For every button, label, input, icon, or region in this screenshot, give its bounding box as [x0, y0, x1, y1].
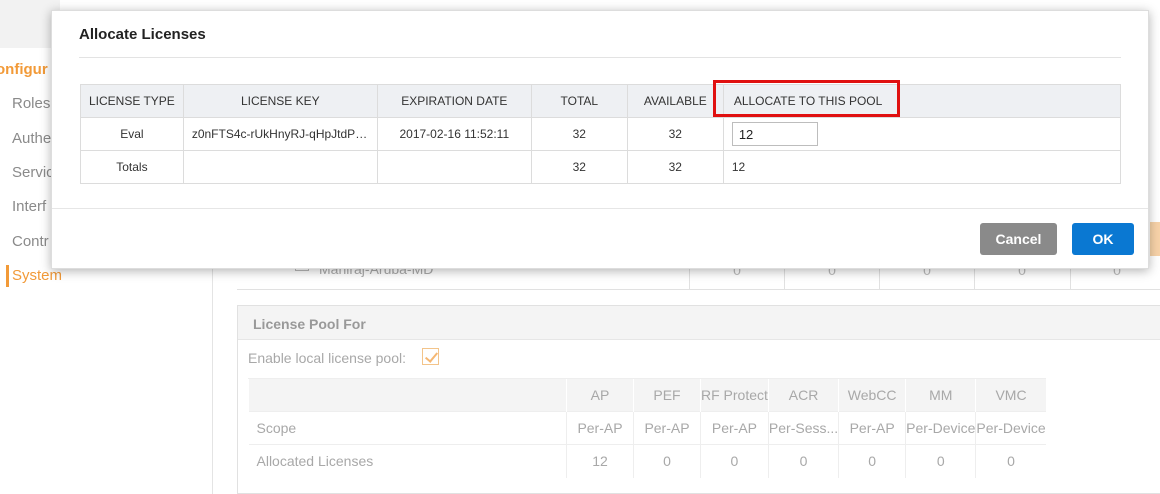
- table-cell: 0: [633, 444, 701, 478]
- column-header: AP: [566, 378, 634, 412]
- column-header: MM: [905, 378, 976, 412]
- table-cell: Per-AP: [633, 411, 701, 445]
- pool-title: License Pool For: [253, 316, 366, 332]
- column-header: ACR: [767, 378, 839, 412]
- table-cell: Per-AP: [566, 411, 634, 445]
- table-header-empty: [248, 378, 567, 412]
- table-cell: 0: [905, 444, 976, 478]
- edge-accent: [1150, 222, 1160, 256]
- cell-available: 32: [626, 117, 724, 151]
- allocate-licenses-dialog: Allocate Licenses LICENSE TYPE LICENSE K…: [51, 10, 1149, 269]
- sidebar-item-services[interactable]: Servic: [12, 164, 54, 181]
- column-header: WebCC: [838, 378, 906, 412]
- column-header: RF Protect: [700, 378, 769, 412]
- table-cell: 0: [975, 444, 1046, 478]
- header-license-type: LICENSE TYPE: [80, 84, 184, 118]
- enable-pool-checkbox[interactable]: [422, 348, 439, 365]
- licenses-table: LICENSE TYPE LICENSE KEY EXPIRATION DATE…: [80, 84, 1122, 184]
- active-indicator: [6, 265, 9, 287]
- allocate-input[interactable]: [731, 122, 818, 146]
- header-license-key: LICENSE KEY: [182, 84, 378, 118]
- totals-label: Totals: [80, 150, 184, 184]
- ok-button[interactable]: OK: [1072, 223, 1134, 255]
- table-cell: Per-Device: [975, 411, 1046, 445]
- header-available: AVAILABLE: [626, 84, 724, 118]
- cell-expiration-date: [376, 150, 532, 184]
- cell-allocate: [722, 117, 1122, 151]
- table-header-row: LICENSE TYPE LICENSE KEY EXPIRATION DATE…: [80, 84, 1122, 118]
- sidebar-item-authentication[interactable]: Authe: [12, 130, 51, 147]
- divider: [52, 208, 1148, 209]
- dialog-title: Allocate Licenses: [79, 26, 206, 43]
- totals-total: 32: [530, 150, 628, 184]
- cell-license-key: z0nFTS4c-rUkHnyRJ-qHpJtdPK-...: [182, 117, 378, 151]
- header-allocate: ALLOCATE TO THIS POOL: [722, 84, 1122, 118]
- sidebar-item-interfaces[interactable]: Interf: [12, 198, 46, 215]
- table-cell: 0: [767, 444, 839, 478]
- table-cell: Per-Device: [905, 411, 976, 445]
- cell-total: 32: [530, 117, 628, 151]
- totals-allocate: 12: [722, 150, 1122, 184]
- table-cell: Per-AP: [700, 411, 769, 445]
- nav-configure-heading: onfigur: [0, 61, 48, 78]
- row-label: Scope: [248, 411, 567, 445]
- column-header: VMC: [975, 378, 1046, 412]
- cell-license-type: Eval: [80, 117, 184, 151]
- divider: [79, 57, 1121, 58]
- header-total: TOTAL: [530, 84, 628, 118]
- table-cell: 12: [566, 444, 634, 478]
- header-expiration-date: EXPIRATION DATE: [376, 84, 532, 118]
- cell-license-key: [182, 150, 378, 184]
- enable-pool-label: Enable local license pool:: [248, 350, 406, 366]
- table-row: Eval z0nFTS4c-rUkHnyRJ-qHpJtdPK-... 2017…: [80, 117, 1122, 151]
- sidebar-item-system[interactable]: System: [12, 267, 62, 284]
- license-pool-table: AP PEF RF Protect ACR WebCC MM VMC Scope…: [248, 378, 1046, 478]
- sidebar-item-controllers[interactable]: Contr: [12, 233, 49, 250]
- row-label: Allocated Licenses: [248, 444, 567, 478]
- column-header: PEF: [633, 378, 701, 412]
- table-row: Scope Per-AP Per-AP Per-AP Per-Sess... P…: [248, 411, 1046, 445]
- pool-header: License Pool For: [238, 306, 1160, 340]
- table-cell: Per-Sess...: [767, 411, 839, 445]
- sidebar-item-roles[interactable]: Roles: [12, 95, 50, 112]
- cancel-button[interactable]: Cancel: [980, 223, 1057, 255]
- table-row: Allocated Licenses 12 0 0 0 0 0 0: [248, 444, 1046, 478]
- table-cell: Per-AP: [838, 411, 906, 445]
- table-cell: 0: [700, 444, 769, 478]
- table-header-row: AP PEF RF Protect ACR WebCC MM VMC: [248, 378, 1046, 412]
- table-cell: 0: [838, 444, 906, 478]
- totals-row: Totals 32 32 12: [80, 150, 1122, 184]
- license-pool-panel: License Pool For Enable local license po…: [237, 305, 1160, 494]
- cell-expiration-date: 2017-02-16 11:52:11: [376, 117, 532, 151]
- totals-available: 32: [626, 150, 724, 184]
